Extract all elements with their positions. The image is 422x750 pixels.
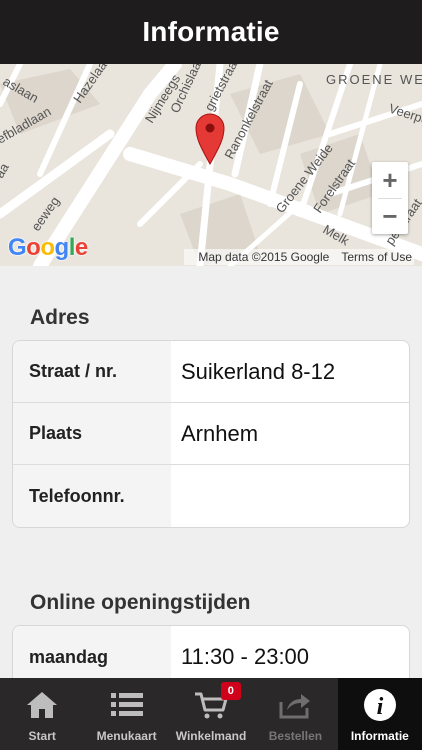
city-value: Arnhem bbox=[181, 420, 259, 446]
tab-informatie-label: Informatie bbox=[350, 729, 409, 743]
city-label: Plaats bbox=[13, 403, 171, 464]
map-data-text: Map data ©2015 Google bbox=[198, 250, 330, 264]
share-icon bbox=[275, 685, 315, 725]
zoom-in-button[interactable]: + bbox=[372, 162, 408, 198]
phone-value[interactable] bbox=[171, 465, 409, 527]
tab-winkelmand-label: Winkelmand bbox=[175, 729, 247, 743]
street-label-groene-weg: GROENE WE bbox=[326, 72, 422, 87]
map-view[interactable]: GROENE WE Veerpo Hazelaa Orchislaan Nijm… bbox=[0, 64, 422, 266]
tab-informatie[interactable]: i Informatie bbox=[337, 678, 422, 750]
zoom-divider bbox=[378, 198, 402, 199]
tab-bestellen-label: Bestellen bbox=[268, 729, 323, 743]
cart-count-badge: 0 bbox=[220, 682, 241, 700]
map-attribution: Map data ©2015 Google Terms of Use bbox=[184, 249, 414, 265]
address-row-phone: Telefoonnr. bbox=[13, 465, 409, 527]
tab-menukaart[interactable]: Menukaart bbox=[84, 678, 168, 750]
address-row-city: Plaats Arnhem bbox=[13, 403, 409, 465]
tab-bar: Start Menukaart 0 Winkelmand Bestellen i… bbox=[0, 678, 422, 750]
phone-label: Telefoonnr. bbox=[13, 465, 171, 527]
svg-text:i: i bbox=[376, 694, 383, 720]
street-value: Suikerland 8-12 bbox=[181, 358, 336, 384]
list-icon bbox=[107, 685, 147, 725]
zoom-control: + − bbox=[372, 162, 408, 234]
tab-start[interactable]: Start bbox=[0, 678, 84, 750]
header-bar: Informatie bbox=[0, 0, 422, 64]
terms-of-use-link[interactable]: Terms of Use bbox=[341, 250, 412, 264]
zoom-out-button[interactable]: − bbox=[372, 198, 408, 234]
address-row-street: Straat / nr. Suikerland 8-12 bbox=[13, 341, 409, 403]
address-card: Straat / nr. Suikerland 8-12 Plaats Arnh… bbox=[12, 340, 410, 528]
tab-winkelmand[interactable]: 0 Winkelmand bbox=[169, 678, 253, 750]
tab-menukaart-label: Menukaart bbox=[96, 729, 157, 743]
tab-bestellen[interactable]: Bestellen bbox=[253, 678, 337, 750]
street-label: Straat / nr. bbox=[13, 341, 171, 402]
address-section-title: Adres bbox=[30, 306, 90, 329]
tab-start-label: Start bbox=[28, 729, 56, 743]
page-title: Informatie bbox=[142, 16, 280, 47]
google-logo: Google bbox=[8, 234, 88, 261]
home-icon bbox=[22, 685, 62, 725]
info-icon: i bbox=[360, 685, 400, 725]
hours-section-title: Online openingstijden bbox=[30, 591, 251, 614]
